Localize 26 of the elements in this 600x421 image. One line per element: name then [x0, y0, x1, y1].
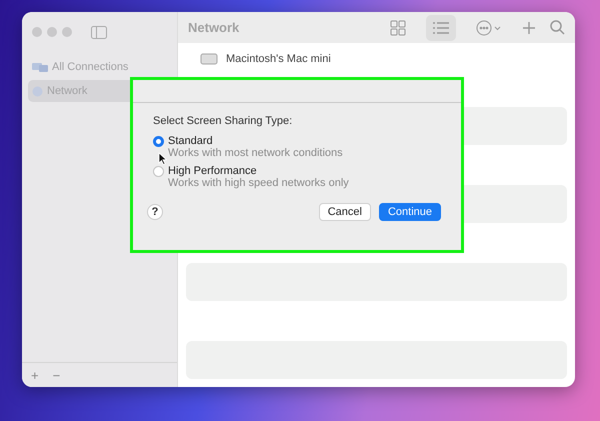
dialog-prompt: Select Screen Sharing Type: — [153, 115, 294, 127]
add-button[interactable]: + — [28, 368, 42, 382]
grid-icon — [390, 20, 406, 36]
cancel-button[interactable]: Cancel — [318, 203, 371, 221]
computer-icon — [200, 53, 218, 65]
search-icon[interactable] — [550, 20, 565, 35]
list-icon — [432, 20, 450, 34]
remove-button[interactable]: − — [50, 368, 64, 382]
option-description: Works with high speed networks only — [168, 177, 349, 189]
option-label: High Performance — [168, 165, 258, 177]
mouse-pointer-icon — [158, 152, 167, 165]
help-button[interactable]: ? — [147, 204, 163, 220]
radio-button[interactable] — [153, 136, 164, 147]
computers-icon — [32, 62, 48, 72]
add-icon[interactable] — [522, 20, 536, 34]
radio-button[interactable] — [153, 166, 164, 177]
sidebar-item-label: All Connections — [52, 61, 128, 73]
sidebar-toggle-icon[interactable] — [91, 26, 107, 38]
window-title: Network — [188, 20, 240, 35]
option-description: Works with most network conditions — [168, 147, 343, 159]
continue-button[interactable]: Continue — [378, 203, 441, 221]
list-view-button[interactable] — [426, 14, 456, 40]
sidebar-item[interactable]: All Connections — [28, 56, 171, 78]
option-label: Standard — [168, 135, 214, 147]
computer-name: Macintosh's Mac mini — [226, 53, 331, 65]
ellipsis-icon — [476, 20, 502, 36]
